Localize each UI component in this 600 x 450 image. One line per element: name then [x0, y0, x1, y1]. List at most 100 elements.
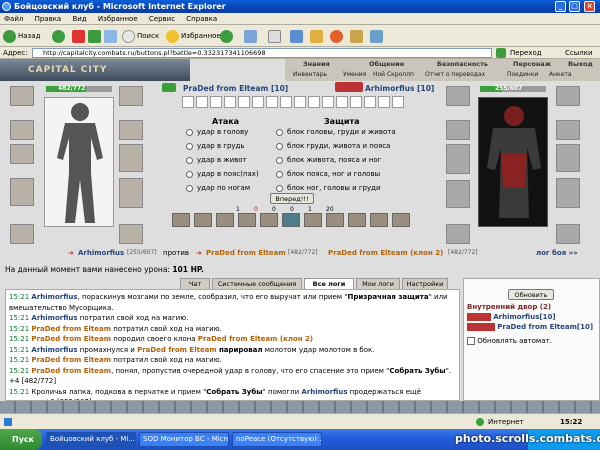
spell-slot[interactable] — [266, 96, 278, 108]
home-button[interactable] — [104, 28, 119, 44]
shield-slot[interactable] — [556, 144, 580, 172]
log-player-name[interactable]: Arhimorfius — [31, 346, 77, 354]
print-button[interactable] — [268, 28, 283, 44]
menu-edit[interactable]: Правка — [35, 15, 62, 23]
leggings-slot[interactable] — [119, 178, 143, 208]
attack-belly-radio[interactable] — [186, 156, 193, 164]
versus-player-a[interactable]: Arhimorfius — [78, 247, 124, 259]
address-input[interactable]: http://capitalcity.combats.ru/buttons.pl… — [32, 48, 492, 58]
tab-chat[interactable]: Чат — [180, 278, 210, 289]
spell-slot[interactable] — [308, 96, 320, 108]
refresh-button[interactable] — [88, 28, 103, 44]
left-fighter-name[interactable]: PraDed from Elteam [10] — [183, 84, 288, 93]
skill-icon[interactable] — [282, 213, 300, 227]
forward-attack-button[interactable]: Вперед!!! — [270, 193, 314, 204]
skill-icon[interactable] — [216, 213, 234, 227]
messenger-button[interactable] — [330, 28, 345, 44]
defense-option-4[interactable]: блок пояса, ног и головы — [276, 170, 426, 184]
bracer-slot[interactable] — [556, 120, 580, 140]
spell-slot[interactable] — [364, 96, 376, 108]
spell-slot[interactable] — [210, 96, 222, 108]
spell-slot[interactable] — [336, 96, 348, 108]
defense-option-3[interactable]: блок живота, пояса и ног — [276, 156, 426, 170]
spell-slot[interactable] — [378, 96, 390, 108]
nav-knowledge[interactable]: Знания — [303, 60, 330, 69]
tab-all-logs[interactable]: Все логи — [304, 278, 354, 289]
nav-skills[interactable]: Умения — [343, 70, 366, 79]
attack-chest-radio[interactable] — [186, 142, 193, 150]
amulet-slot[interactable] — [446, 120, 470, 140]
nav-fights[interactable]: Поединки — [507, 70, 538, 79]
edit-button[interactable] — [290, 28, 305, 44]
discuss-button[interactable] — [310, 28, 325, 44]
skill-icon[interactable] — [370, 213, 388, 227]
attack-chest-option[interactable]: удар в грудь — [186, 142, 286, 156]
go-button[interactable]: Переход — [510, 47, 542, 59]
battle-log-link[interactable]: лог боя »» — [536, 247, 578, 259]
close-button[interactable]: × — [584, 1, 595, 12]
helmet-slot[interactable] — [446, 86, 470, 106]
bottom-icons-strip[interactable] — [0, 401, 600, 413]
log-player-name[interactable]: PraDed from Elteam — [31, 367, 111, 375]
extra-button[interactable] — [370, 28, 385, 44]
defense-radio-1[interactable] — [276, 128, 283, 136]
defense-radio-3[interactable] — [276, 156, 283, 164]
player-entry[interactable]: PraDed from Elteam[10] — [467, 323, 593, 331]
search-button[interactable]: Поиск — [122, 28, 159, 44]
attack-belly-option[interactable]: удар в живот — [186, 156, 286, 170]
helmet-slot[interactable] — [10, 86, 34, 106]
skill-icon[interactable] — [326, 213, 344, 227]
log-player-name[interactable]: PraDed from Elteam — [31, 325, 111, 333]
shield-slot[interactable] — [119, 144, 143, 172]
log-player-name[interactable]: PraDed from Elteam — [31, 356, 111, 364]
gloves-slot[interactable] — [119, 86, 143, 106]
attack-legs-radio[interactable] — [186, 184, 193, 192]
gloves-slot[interactable] — [556, 86, 580, 106]
nav-character[interactable]: Персонаж — [513, 60, 551, 69]
taskbar-item-sod[interactable]: SOD Монитор ВС - Micro... — [139, 432, 229, 447]
defense-option-1[interactable]: блок головы, груди и живота — [276, 128, 426, 142]
auto-refresh-option[interactable]: Обновлять автомат. — [467, 337, 552, 345]
defense-radio-4[interactable] — [276, 170, 283, 178]
spell-slot[interactable] — [322, 96, 334, 108]
nav-transfers[interactable]: Отчет о переводах — [425, 70, 485, 79]
auto-refresh-checkbox[interactable] — [467, 337, 475, 345]
taskbar-item-combats[interactable]: Бойцовский клуб - Mi... — [46, 432, 136, 447]
skill-icon[interactable] — [172, 213, 190, 227]
start-button[interactable]: Пуск — [0, 429, 42, 450]
minimize-button[interactable]: _ — [555, 1, 566, 12]
tab-settings[interactable]: Настройки — [402, 278, 448, 289]
spell-slot[interactable] — [280, 96, 292, 108]
spell-slot[interactable] — [196, 96, 208, 108]
history-button[interactable] — [220, 28, 235, 44]
tab-my-logs[interactable]: Мои логи — [356, 278, 400, 289]
attack-head-radio[interactable] — [186, 128, 193, 136]
spell-slot[interactable] — [392, 96, 404, 108]
mail-button[interactable] — [244, 28, 259, 44]
armor-slot[interactable] — [10, 178, 34, 206]
bracer-slot[interactable] — [119, 120, 143, 140]
spell-slot[interactable] — [294, 96, 306, 108]
spell-slot[interactable] — [224, 96, 236, 108]
taskbar-item-nopeace[interactable]: noPeace (Отсутствую):... — [232, 432, 322, 447]
refresh-button[interactable]: Обновить — [508, 289, 554, 300]
player-entry[interactable]: Arhimorfius[10] — [467, 313, 556, 321]
defense-radio-5[interactable] — [276, 184, 283, 192]
spell-slot[interactable] — [238, 96, 250, 108]
log-player-name[interactable]: Arhimorfius — [31, 314, 77, 322]
right-fighter-name[interactable]: Arhimorfius [10] — [365, 84, 434, 93]
spell-slot[interactable] — [252, 96, 264, 108]
back-button[interactable]: Назад — [3, 28, 40, 44]
nav-exit[interactable]: Выход — [568, 60, 593, 69]
attack-waist-radio[interactable] — [186, 170, 193, 178]
research-button[interactable] — [350, 28, 365, 44]
menu-favorites[interactable]: Избранное — [98, 15, 138, 23]
nav-profile[interactable]: Анкета — [549, 70, 572, 79]
weapon-slot[interactable] — [446, 144, 470, 174]
belt-slot[interactable] — [10, 224, 34, 244]
boots-slot[interactable] — [556, 224, 580, 244]
maximize-button[interactable]: □ — [569, 1, 580, 12]
menu-tools[interactable]: Сервис — [149, 15, 175, 23]
spell-slot[interactable] — [350, 96, 362, 108]
attack-waist-option[interactable]: удар в пояс(пах) — [186, 170, 286, 184]
